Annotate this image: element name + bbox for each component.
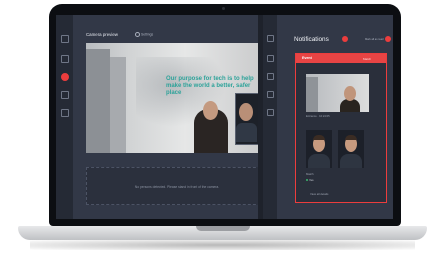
mark-all-read-link[interactable]: Mark all as read [365,38,383,41]
card-status: Match [363,56,372,61]
camera-icon[interactable] [61,55,69,63]
detection-empty-state: No persons detected. Please stand in fro… [86,167,266,205]
record-icon[interactable] [61,73,69,81]
notification-card[interactable]: Event Match Entrance · 10:24:05 Match Ye… [295,53,387,203]
gear-icon[interactable] [267,109,274,116]
close-icon[interactable] [385,36,391,42]
laptop-notch [196,226,250,231]
settings-button[interactable]: Settings [135,32,153,37]
match-value-text: Yes [309,178,314,182]
matched-face[interactable] [338,130,364,168]
feed-person-face [203,101,218,120]
card-label: Event [302,56,312,60]
face-hair [313,135,325,140]
laptop-shadow [30,240,415,250]
gear-icon [135,32,140,37]
notifications-pane: Notifications Mark all as read Event Mat… [277,15,393,219]
match-value: Yes [306,178,314,182]
event-snapshot[interactable] [306,74,369,112]
right-sidebar [263,15,277,219]
camera-icon[interactable] [267,55,274,62]
detected-face[interactable] [306,130,332,168]
feed-wall [110,57,126,153]
face-body [308,154,330,168]
camera-feed: Our purpose for tech is to help make the… [86,43,266,153]
laptop-screen: Camera preview Settings Our purpose for … [56,15,393,219]
camera-preview-title: Camera preview [86,32,118,37]
snapshot-person-face [344,86,356,101]
face-thumbnail-face [239,103,253,121]
menu-icon[interactable] [267,35,274,42]
left-sidebar [56,15,73,219]
card-header: Event Match [296,54,386,63]
empty-state-text: No persons detected. Please stand in fro… [134,185,220,189]
camera-pane: Camera preview Settings Our purpose for … [73,15,266,219]
status-dot-icon [306,179,308,182]
record-icon[interactable] [267,73,274,80]
face-body [340,154,362,168]
settings-label: Settings [141,32,154,37]
face-thumbnail-body [236,123,257,142]
face-hair [345,135,357,140]
menu-icon[interactable] [61,35,69,43]
notifications-title: Notifications [294,36,329,43]
match-label: Match [306,172,314,176]
snapshot-wall [306,77,318,112]
view-details-button[interactable]: View all details [310,192,328,196]
event-meta: Entrance · 10:24:05 [306,115,330,118]
gear-icon[interactable] [61,109,69,117]
feed-door [86,49,110,153]
webcam [222,7,225,10]
notification-count-badge [342,36,348,42]
list-icon[interactable] [267,91,274,98]
list-icon[interactable] [61,91,69,99]
